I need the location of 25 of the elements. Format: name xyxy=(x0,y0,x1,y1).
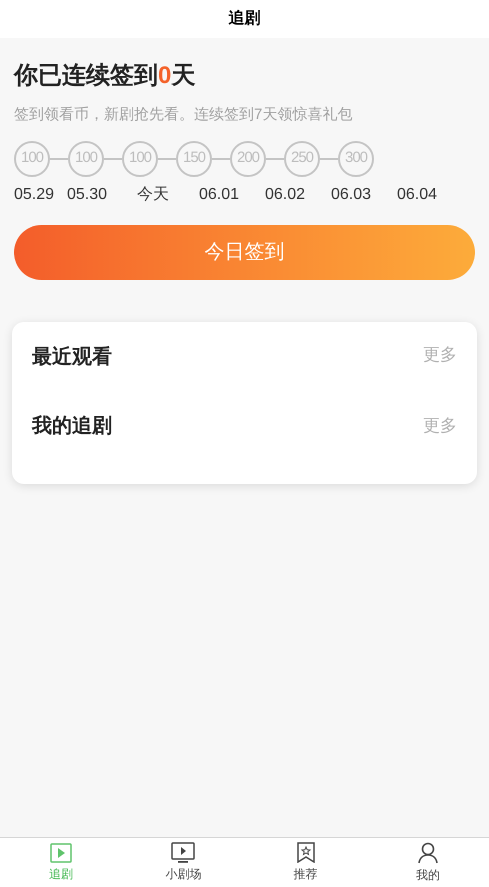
streak-count: 0 xyxy=(158,61,172,91)
nav-tab[interactable]: 追剧 xyxy=(0,838,122,887)
checkin-subtitle: 签到领看币，新剧抢先看。连续签到7天领惊喜礼包 xyxy=(14,105,354,125)
day-label: 今天 xyxy=(137,184,169,204)
section-title: 我的追剧 xyxy=(32,414,112,438)
day-label: 06.03 xyxy=(330,184,372,204)
page-title: 追剧 xyxy=(228,8,260,29)
day-label: 06.04 xyxy=(396,184,438,204)
day-label: 05.30 xyxy=(66,184,108,204)
bookmark-star-icon xyxy=(296,842,315,863)
more-link[interactable]: 更多 xyxy=(423,412,457,438)
checkin-button[interactable]: 今日签到 xyxy=(14,224,475,280)
tv-icon xyxy=(171,842,196,863)
nav-tab[interactable]: 小剧场 xyxy=(122,838,244,887)
day-label: 05.29 xyxy=(14,184,54,204)
streak-unit: 天 xyxy=(171,61,196,91)
nav-tab[interactable]: 推荐 xyxy=(244,838,367,887)
day-label: 06.01 xyxy=(198,184,240,204)
streak-heading: 你已连续签到 xyxy=(14,61,158,91)
play-icon xyxy=(50,842,72,862)
user-icon xyxy=(418,842,438,864)
section-title: 最近观看 xyxy=(32,344,112,370)
more-link[interactable]: 更多 xyxy=(423,342,457,367)
nav-tab[interactable]: 我的 xyxy=(366,838,489,887)
day-label: 06.02 xyxy=(264,184,306,204)
